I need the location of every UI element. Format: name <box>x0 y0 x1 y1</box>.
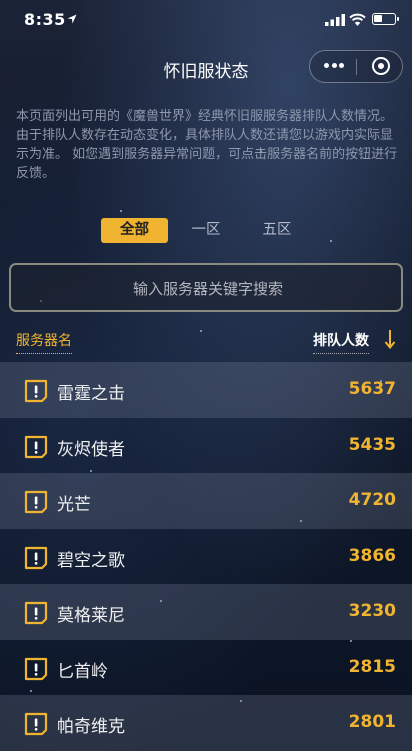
queue-count: 4720 <box>348 490 396 510</box>
server-row: 灰烬使者 5435 <box>0 418 412 474</box>
search-input[interactable] <box>11 265 405 312</box>
server-row: 莫格莱尼 3230 <box>0 584 412 640</box>
queue-count: 5435 <box>348 434 396 455</box>
location-arrow-icon <box>67 14 77 24</box>
server-row: 匕首岭 2815 <box>0 640 412 696</box>
wifi-icon <box>349 13 366 26</box>
capsule-divider <box>356 59 357 75</box>
server-row: 雷霆之击 5637 <box>0 362 412 418</box>
server-row: 光芒 4720 <box>0 473 412 529</box>
close-target-icon[interactable] <box>372 57 390 75</box>
more-dots-icon[interactable] <box>324 63 344 69</box>
server-name: 帕奇维克 <box>57 717 125 737</box>
region-tabs: 全部 一区 五区 <box>101 218 311 243</box>
feedback-alert-icon[interactable] <box>23 434 49 460</box>
queue-count: 2801 <box>348 712 396 732</box>
tab-all[interactable]: 全部 <box>101 218 168 243</box>
feedback-alert-icon[interactable] <box>23 545 49 571</box>
column-header-server-name[interactable]: 服务器名 <box>16 330 72 354</box>
mini-program-capsule <box>309 50 403 83</box>
feedback-alert-icon[interactable] <box>23 600 49 626</box>
status-time: 8:35 <box>24 10 66 29</box>
battery-icon <box>372 13 399 25</box>
page-description: 本页面列出可用的《魔兽世界》经典怀旧服服务器排队人数情况。由于排队人数存在动态变… <box>16 109 398 181</box>
sort-down-arrow-icon[interactable] <box>384 329 396 349</box>
server-name: 匕首岭 <box>57 661 108 682</box>
signal-icon <box>325 14 345 26</box>
tab-zone-5[interactable]: 五区 <box>245 218 309 243</box>
queue-count: 2815 <box>348 656 396 677</box>
server-row: 帕奇维克 2801 <box>0 695 412 751</box>
status-bar: 8:35 <box>0 0 412 40</box>
feedback-alert-icon[interactable] <box>23 656 49 682</box>
column-header-queue[interactable]: 排队人数 <box>313 330 369 354</box>
server-name: 雷霆之击 <box>57 384 125 404</box>
search-box <box>9 263 405 312</box>
tab-zone-1[interactable]: 一区 <box>177 218 235 243</box>
queue-count: 3866 <box>348 545 396 566</box>
feedback-alert-icon[interactable] <box>23 711 49 737</box>
server-name: 光芒 <box>57 495 91 515</box>
feedback-alert-icon[interactable] <box>23 489 49 515</box>
server-row: 碧空之歌 3866 <box>0 529 412 585</box>
queue-count: 3230 <box>348 601 396 621</box>
server-name: 碧空之歌 <box>57 550 125 571</box>
server-list: 雷霆之击 5637 灰烬使者 5435 光芒 4720 碧空之歌 3866 莫格莱尼 3230 匕首… <box>0 362 412 751</box>
queue-count: 5637 <box>348 379 396 399</box>
nav-bar: 怀旧服状态 <box>0 46 412 90</box>
server-name: 莫格莱尼 <box>57 606 125 626</box>
server-name: 灰烬使者 <box>57 439 125 460</box>
feedback-alert-icon[interactable] <box>23 378 49 404</box>
